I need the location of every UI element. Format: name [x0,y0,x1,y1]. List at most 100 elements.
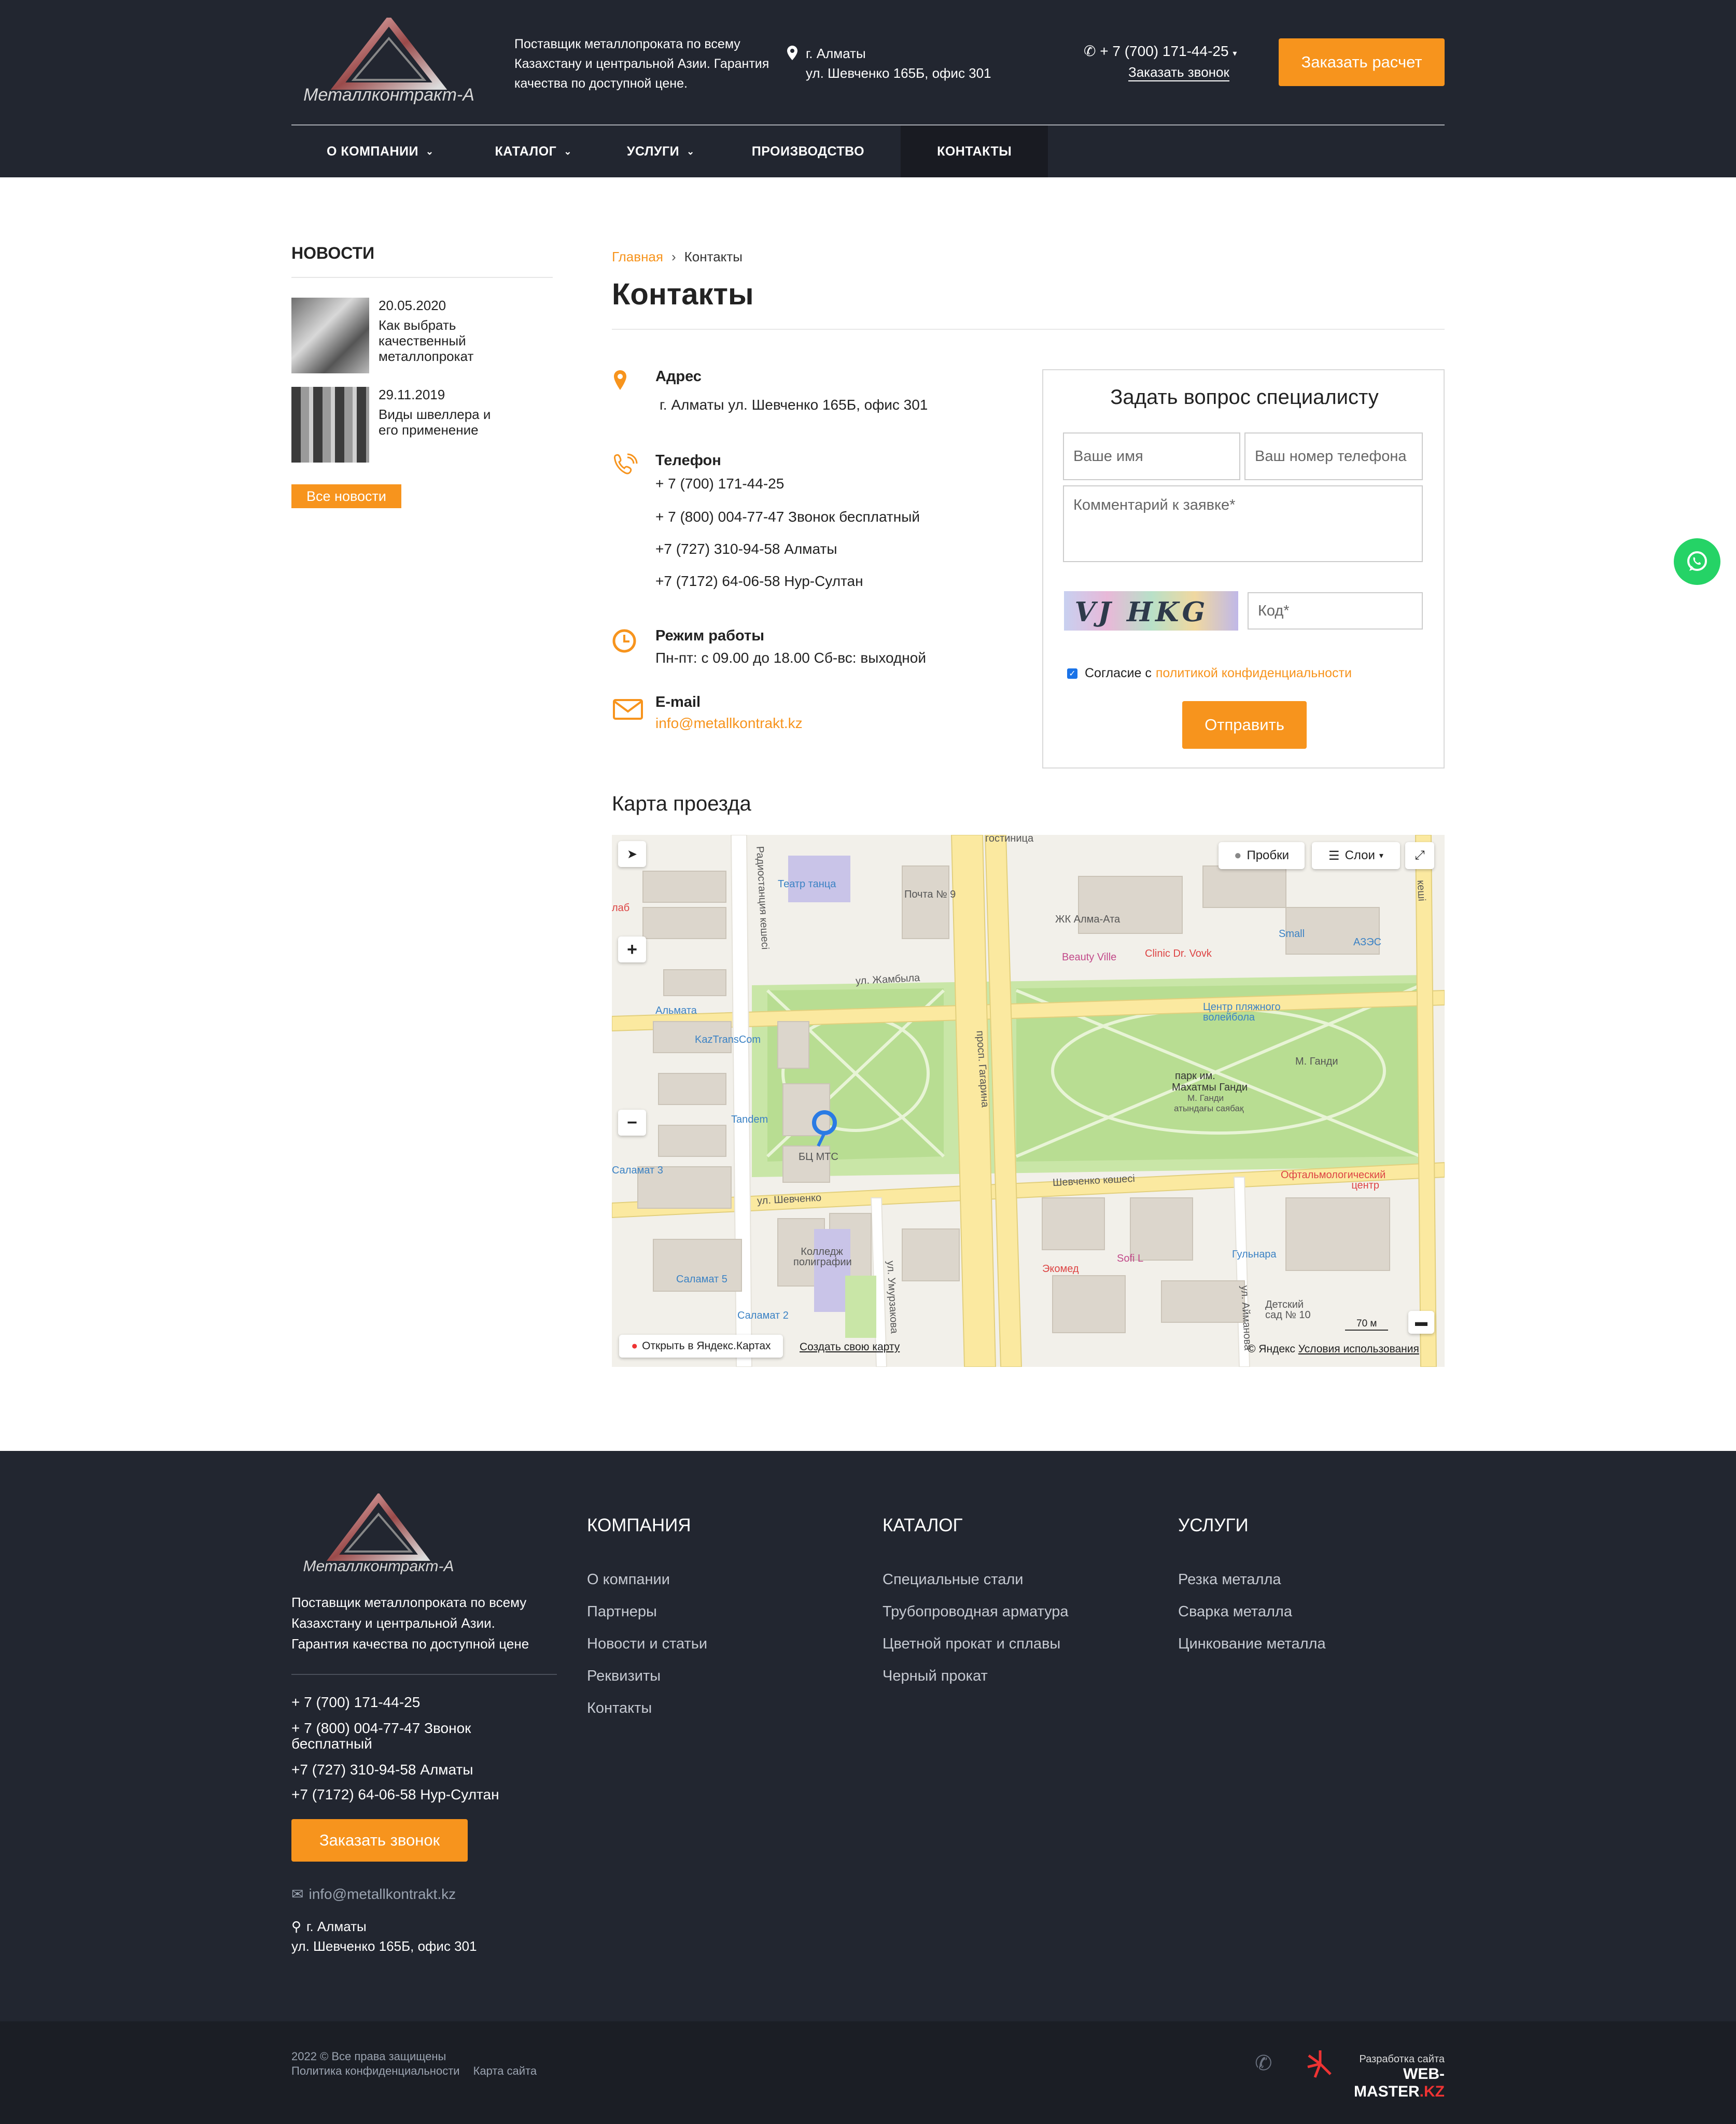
company-logo[interactable]: Металлконтракт-А [301,18,477,106]
footer-description: Поставщик металлопроката по всему Казахс… [291,1595,529,1652]
poi-label[interactable]: KazTransCom [695,1034,761,1046]
map-terms-link[interactable]: Условия использования [1298,1343,1419,1355]
news-title[interactable]: Как выбрать качественный металлопрокат [379,317,498,364]
footer-link[interactable]: Специальные стали [883,1571,1024,1588]
poi-label[interactable]: Гульнара [1232,1249,1277,1261]
phone-input[interactable]: Ваш номер телефона [1244,432,1423,480]
developer-credit[interactable]: Разработка сайта WEB-MASTER.KZ [1307,2050,1445,2101]
footer-phone[interactable]: +7 (7172) 64-06-58 Нур-Султан [291,1787,514,1802]
footer-link[interactable]: Сварка металла [1178,1603,1292,1620]
zoom-out-button[interactable]: − [618,1110,646,1136]
name-input[interactable]: Ваше имя [1063,432,1240,480]
poi-label[interactable]: Clinic Dr. Vovk [1145,948,1212,960]
poi-label[interactable]: Саламат 3 [612,1165,663,1177]
privacy-link[interactable]: Политика конфиденциальности [291,2064,460,2077]
phone-value[interactable]: + 7 (700) 171-44-25 [655,475,784,493]
poi-label[interactable]: Детский сад № 10 [1265,1299,1317,1320]
map-canvas[interactable] [612,835,1445,1367]
poi-label[interactable]: Small [1279,928,1305,940]
poi-label[interactable]: Саламат 2 [737,1310,789,1322]
submit-button[interactable]: Отправить [1182,701,1307,749]
privacy-policy-link[interactable]: политикой конфиденциальности [1156,666,1352,681]
poi-label[interactable]: Beauty Ville [1062,952,1116,963]
footer-link[interactable]: Контакты [587,1700,652,1717]
footer-phone[interactable]: +7 (727) 310-94-58 Алматы [291,1762,514,1778]
map-title: Карта проезда [612,792,751,815]
traffic-button[interactable]: ● Пробки [1219,842,1305,869]
nav-item-about[interactable]: О КОМПАНИИ ⌄ [291,125,469,177]
callback-link[interactable]: Заказать звонок [1128,64,1229,81]
header-phone-number[interactable]: + 7 (700) 171-44-25 [1100,43,1228,59]
poi-label[interactable]: Tandem [731,1114,768,1126]
chevron-down-icon: ⌄ [687,146,695,157]
breadcrumb-home[interactable]: Главная [612,249,663,264]
address-label: Адрес [655,368,702,385]
nav-item-services[interactable]: УСЛУГИ ⌄ [601,125,726,177]
chevron-down-icon[interactable]: ▾ [1233,49,1237,58]
footer-link[interactable]: Черный прокат [883,1668,988,1685]
nav-item-production[interactable]: ПРОИЗВОДСТВО [726,125,901,177]
phone-value[interactable]: +7 (727) 310-94-58 Алматы [655,540,837,558]
footer-logo[interactable]: Металлконтракт-А [301,1493,456,1576]
poi-label[interactable]: гостиница [985,835,1033,845]
email-link[interactable]: info@metallkontrakt.kz [655,715,803,732]
poi-label[interactable]: Театр танца [778,878,836,890]
poi-label[interactable]: Офтальмологический центр [1281,1170,1385,1191]
comment-textarea[interactable]: Комментарий к заявке* [1063,485,1423,562]
consent-row[interactable]: ✓ Согласие с политикой конфиденциальност… [1067,666,1352,681]
fullscreen-icon[interactable]: ⤢ [1405,842,1434,869]
footer-link[interactable]: Реквизиты [587,1668,661,1685]
footer-email[interactable]: ✉ info@metallkontrakt.kz [291,1885,456,1903]
header-tagline: Поставщик металлопроката по всему Казахс… [514,37,769,91]
sitemap-link[interactable]: Карта сайта [473,2064,537,2077]
footer-phone[interactable]: + 7 (800) 004-77-47 Звонок бесплатный [291,1721,514,1752]
order-calculation-button[interactable]: Заказать расчет [1279,38,1445,86]
footer-link[interactable]: О компании [587,1571,670,1588]
all-news-button[interactable]: Все новости [291,484,401,508]
poi-label[interactable]: Альмата [655,1005,697,1017]
footer-link[interactable]: Цветной прокат и сплавы [883,1636,1060,1653]
nav-item-catalog[interactable]: КАТАЛОГ ⌄ [469,125,601,177]
phone-value[interactable]: + 7 (800) 004-77-47 Звонок бесплатный [655,508,920,526]
captcha-code-input[interactable]: Код* [1248,592,1423,630]
footer-phone[interactable]: + 7 (700) 171-44-25 [291,1695,514,1710]
whatsapp-icon [1687,551,1707,571]
yandex-map[interactable]: ул. Жамбыла просп. Гагарина ул. Шевченко… [612,835,1445,1367]
phone-value[interactable]: +7 (7172) 64-06-58 Нур-Султан [655,572,863,590]
poi-label[interactable]: лаб [612,902,629,914]
whatsapp-button[interactable] [1674,538,1720,585]
header-phone[interactable]: ✆ + 7 (700) 171-44-25 ▾ [1084,43,1237,60]
footer-link[interactable]: Трубопроводная арматура [883,1603,1069,1620]
poi-label[interactable]: АЗЭС [1353,937,1381,948]
poi-label[interactable]: Саламат 5 [676,1274,727,1285]
footer-link[interactable]: Новости и статьи [587,1636,707,1653]
open-in-yandex-maps-link[interactable]: ● Открыть в Яндекс.Картах [619,1335,783,1358]
poi-label[interactable]: Почта № 9 [904,889,956,901]
poi-label[interactable]: Центр пляжного волейбола [1203,1002,1307,1023]
footer-link[interactable]: Резка металла [1178,1571,1281,1588]
poi-label[interactable]: Экомед [1042,1263,1079,1275]
news-thumbnail[interactable] [291,298,369,373]
consent-text: Согласие с [1085,666,1152,680]
create-map-link[interactable]: Создать свою карту [800,1341,900,1353]
poi-label[interactable]: ЖК Алма-Ата [1055,914,1120,926]
footer-link[interactable]: Цинкование металла [1178,1636,1326,1653]
news-thumbnail[interactable] [291,387,369,463]
layers-button[interactable]: ☰ Слои ▾ [1312,842,1400,869]
ruler-icon[interactable]: ▬ [1408,1311,1434,1334]
geolocation-icon[interactable]: ➤ [618,841,646,867]
consent-checkbox[interactable]: ✓ [1067,668,1077,679]
nav-item-contacts[interactable]: КОНТАКТЫ [901,125,1048,177]
map-pin-icon: ● [631,1340,638,1352]
news-title[interactable]: Виды швеллера и его применение [379,407,498,438]
poi-label[interactable]: М. Ганди [1295,1056,1338,1068]
whatsapp-icon[interactable]: ✆ [1255,2051,1272,2075]
header-address: г. Алматы ул. Шевченко 165Б, офис 301 [787,44,991,83]
poi-label[interactable]: Колледж полиграфии [793,1247,852,1267]
footer-link[interactable]: Партнеры [587,1603,657,1620]
footer-callback-button[interactable]: Заказать звонок [291,1819,468,1862]
poi-label[interactable]: Sofi L [1117,1253,1143,1265]
address-value: г. Алматы ул. Шевченко 165Б, офис 301 [660,397,928,413]
zoom-in-button[interactable]: + [618,937,646,962]
poi-label[interactable]: БЦ МТС [799,1151,838,1163]
